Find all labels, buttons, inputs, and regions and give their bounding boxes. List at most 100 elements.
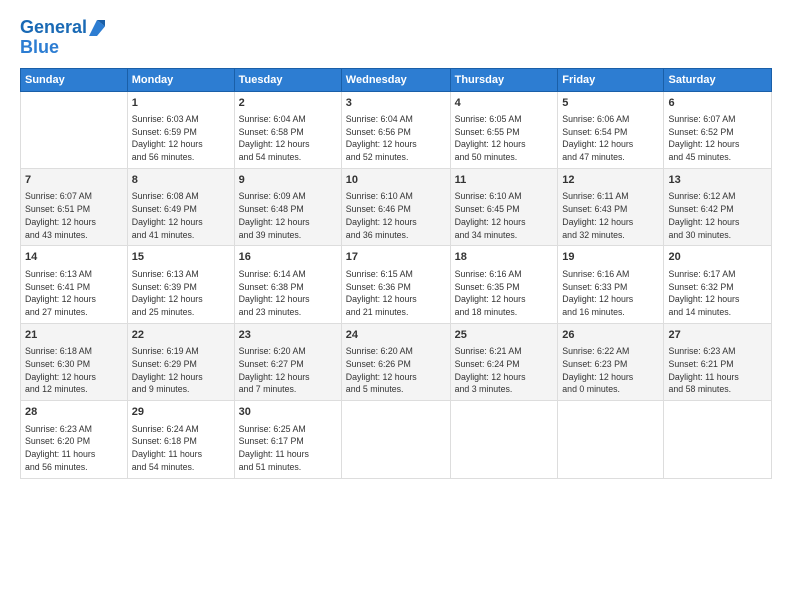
cell-info: and 30 minutes. xyxy=(668,229,767,242)
cell-info: Daylight: 12 hours xyxy=(346,138,446,151)
calendar-cell: 18Sunrise: 6:16 AMSunset: 6:35 PMDayligh… xyxy=(450,246,558,323)
calendar-cell xyxy=(664,401,772,478)
day-number: 19 xyxy=(562,250,659,265)
cell-info: and 12 minutes. xyxy=(25,383,123,396)
weekday-header-wednesday: Wednesday xyxy=(341,68,450,91)
cell-info: Sunset: 6:43 PM xyxy=(562,203,659,216)
cell-info: and 3 minutes. xyxy=(455,383,554,396)
cell-info: and 7 minutes. xyxy=(239,383,337,396)
cell-info: and 27 minutes. xyxy=(25,306,123,319)
cell-info: and 54 minutes. xyxy=(132,461,230,474)
cell-info: Sunset: 6:56 PM xyxy=(346,126,446,139)
cell-info: Daylight: 12 hours xyxy=(562,138,659,151)
cell-info: Sunset: 6:55 PM xyxy=(455,126,554,139)
calendar-cell: 4Sunrise: 6:05 AMSunset: 6:55 PMDaylight… xyxy=(450,91,558,168)
cell-info: Sunrise: 6:07 AM xyxy=(25,190,123,203)
cell-info: Sunset: 6:45 PM xyxy=(455,203,554,216)
cell-info: Sunset: 6:48 PM xyxy=(239,203,337,216)
day-number: 12 xyxy=(562,173,659,188)
day-number: 22 xyxy=(132,328,230,343)
cell-info: Daylight: 12 hours xyxy=(239,371,337,384)
calendar-cell: 17Sunrise: 6:15 AMSunset: 6:36 PMDayligh… xyxy=(341,246,450,323)
day-number: 20 xyxy=(668,250,767,265)
day-number: 27 xyxy=(668,328,767,343)
cell-info: Daylight: 12 hours xyxy=(668,138,767,151)
cell-info: Sunset: 6:49 PM xyxy=(132,203,230,216)
cell-info: Sunset: 6:20 PM xyxy=(25,435,123,448)
day-number: 26 xyxy=(562,328,659,343)
day-number: 5 xyxy=(562,96,659,111)
day-number: 10 xyxy=(346,173,446,188)
cell-info: Sunrise: 6:04 AM xyxy=(346,113,446,126)
calendar-cell: 16Sunrise: 6:14 AMSunset: 6:38 PMDayligh… xyxy=(234,246,341,323)
cell-info: and 45 minutes. xyxy=(668,151,767,164)
cell-info: Daylight: 12 hours xyxy=(25,293,123,306)
cell-info: Sunset: 6:38 PM xyxy=(239,281,337,294)
cell-info: Sunset: 6:54 PM xyxy=(562,126,659,139)
cell-info: Daylight: 12 hours xyxy=(668,293,767,306)
cell-info: Sunset: 6:46 PM xyxy=(346,203,446,216)
cell-info: Sunset: 6:23 PM xyxy=(562,358,659,371)
calendar-cell: 23Sunrise: 6:20 AMSunset: 6:27 PMDayligh… xyxy=(234,323,341,400)
cell-info: and 16 minutes. xyxy=(562,306,659,319)
calendar-cell: 8Sunrise: 6:08 AMSunset: 6:49 PMDaylight… xyxy=(127,168,234,245)
cell-info: Sunset: 6:52 PM xyxy=(668,126,767,139)
cell-info: Daylight: 11 hours xyxy=(25,448,123,461)
calendar-cell: 9Sunrise: 6:09 AMSunset: 6:48 PMDaylight… xyxy=(234,168,341,245)
calendar-cell xyxy=(558,401,664,478)
calendar-cell: 3Sunrise: 6:04 AMSunset: 6:56 PMDaylight… xyxy=(341,91,450,168)
cell-info: Sunrise: 6:05 AM xyxy=(455,113,554,126)
cell-info: Daylight: 12 hours xyxy=(562,371,659,384)
cell-info: and 0 minutes. xyxy=(562,383,659,396)
page-header: General Blue xyxy=(20,18,772,58)
cell-info: Daylight: 12 hours xyxy=(25,216,123,229)
calendar-cell: 29Sunrise: 6:24 AMSunset: 6:18 PMDayligh… xyxy=(127,401,234,478)
calendar-cell: 7Sunrise: 6:07 AMSunset: 6:51 PMDaylight… xyxy=(21,168,128,245)
cell-info: Sunset: 6:32 PM xyxy=(668,281,767,294)
calendar-cell: 24Sunrise: 6:20 AMSunset: 6:26 PMDayligh… xyxy=(341,323,450,400)
cell-info: Sunset: 6:30 PM xyxy=(25,358,123,371)
calendar-week-2: 7Sunrise: 6:07 AMSunset: 6:51 PMDaylight… xyxy=(21,168,772,245)
calendar-cell: 14Sunrise: 6:13 AMSunset: 6:41 PMDayligh… xyxy=(21,246,128,323)
cell-info: and 51 minutes. xyxy=(239,461,337,474)
cell-info: Sunrise: 6:23 AM xyxy=(668,345,767,358)
calendar-week-3: 14Sunrise: 6:13 AMSunset: 6:41 PMDayligh… xyxy=(21,246,772,323)
calendar-week-1: 1Sunrise: 6:03 AMSunset: 6:59 PMDaylight… xyxy=(21,91,772,168)
weekday-header-row: SundayMondayTuesdayWednesdayThursdayFrid… xyxy=(21,68,772,91)
day-number: 1 xyxy=(132,96,230,111)
cell-info: Sunset: 6:26 PM xyxy=(346,358,446,371)
cell-info: and 58 minutes. xyxy=(668,383,767,396)
cell-info: Sunrise: 6:06 AM xyxy=(562,113,659,126)
day-number: 29 xyxy=(132,405,230,420)
day-number: 14 xyxy=(25,250,123,265)
cell-info: and 32 minutes. xyxy=(562,229,659,242)
cell-info: Sunrise: 6:23 AM xyxy=(25,423,123,436)
cell-info: and 36 minutes. xyxy=(346,229,446,242)
cell-info: Sunrise: 6:08 AM xyxy=(132,190,230,203)
cell-info: Daylight: 12 hours xyxy=(346,371,446,384)
cell-info: Daylight: 12 hours xyxy=(239,293,337,306)
calendar-cell: 10Sunrise: 6:10 AMSunset: 6:46 PMDayligh… xyxy=(341,168,450,245)
cell-info: Sunset: 6:18 PM xyxy=(132,435,230,448)
cell-info: Sunset: 6:29 PM xyxy=(132,358,230,371)
day-number: 17 xyxy=(346,250,446,265)
cell-info: Sunset: 6:24 PM xyxy=(455,358,554,371)
cell-info: Sunset: 6:17 PM xyxy=(239,435,337,448)
cell-info: and 5 minutes. xyxy=(346,383,446,396)
day-number: 18 xyxy=(455,250,554,265)
cell-info: Sunrise: 6:17 AM xyxy=(668,268,767,281)
cell-info: Sunrise: 6:11 AM xyxy=(562,190,659,203)
cell-info: Sunrise: 6:20 AM xyxy=(239,345,337,358)
cell-info: Sunrise: 6:20 AM xyxy=(346,345,446,358)
logo-text-line2: Blue xyxy=(20,38,105,58)
cell-info: Daylight: 12 hours xyxy=(132,371,230,384)
day-number: 23 xyxy=(239,328,337,343)
cell-info: Sunrise: 6:19 AM xyxy=(132,345,230,358)
cell-info: and 21 minutes. xyxy=(346,306,446,319)
cell-info: Daylight: 11 hours xyxy=(239,448,337,461)
calendar-week-4: 21Sunrise: 6:18 AMSunset: 6:30 PMDayligh… xyxy=(21,323,772,400)
cell-info: and 39 minutes. xyxy=(239,229,337,242)
calendar-cell: 1Sunrise: 6:03 AMSunset: 6:59 PMDaylight… xyxy=(127,91,234,168)
cell-info: and 34 minutes. xyxy=(455,229,554,242)
cell-info: Sunrise: 6:14 AM xyxy=(239,268,337,281)
